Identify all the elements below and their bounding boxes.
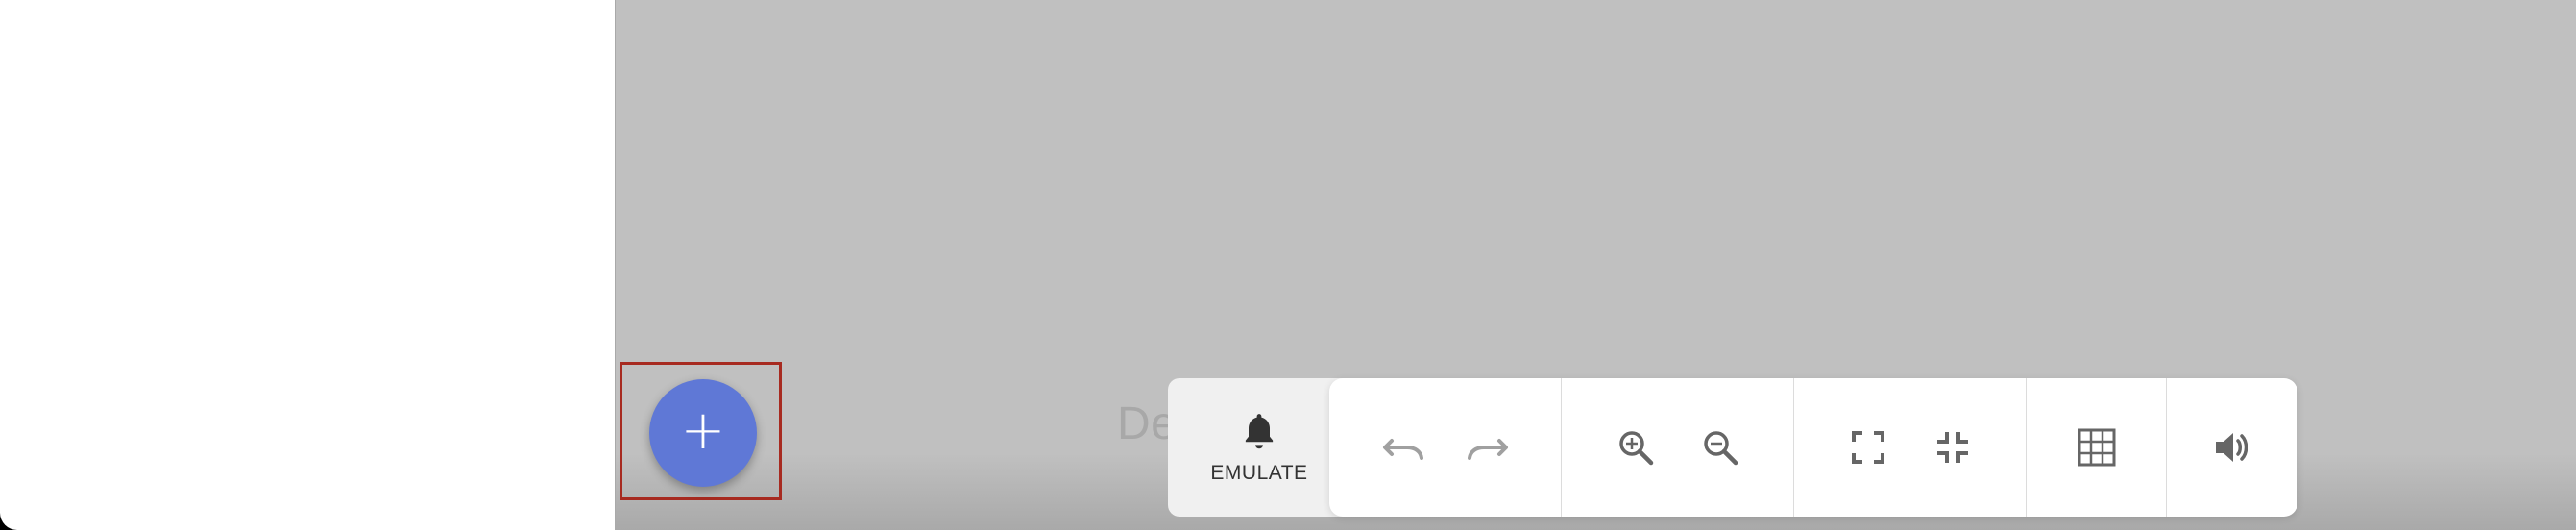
zoom-in-button[interactable] bbox=[1593, 405, 1678, 490]
grid-group bbox=[2027, 378, 2167, 517]
emulate-label: EMULATE bbox=[1210, 461, 1308, 484]
history-group bbox=[1329, 378, 1562, 517]
fullscreen-button[interactable] bbox=[1826, 405, 1910, 490]
app-root: De + EMULATE bbox=[0, 0, 2576, 530]
exit-fullscreen-icon bbox=[1935, 430, 1970, 465]
plus-icon: + bbox=[680, 399, 726, 462]
bell-icon bbox=[1241, 411, 1277, 458]
side-panel bbox=[0, 0, 615, 530]
volume-button[interactable] bbox=[2190, 405, 2274, 490]
fullscreen-icon bbox=[1851, 430, 1885, 465]
zoom-out-button[interactable] bbox=[1678, 405, 1762, 490]
grid-button[interactable] bbox=[2054, 405, 2139, 490]
grid-icon bbox=[2078, 428, 2116, 467]
zoom-out-icon bbox=[1701, 428, 1739, 467]
undo-button[interactable] bbox=[1361, 405, 1446, 490]
fullscreen-group bbox=[1794, 378, 2027, 517]
canvas-toolbar bbox=[1329, 378, 2297, 517]
volume-icon bbox=[2213, 430, 2251, 465]
sound-group bbox=[2167, 378, 2297, 517]
zoom-group bbox=[1562, 378, 1794, 517]
exit-fullscreen-button[interactable] bbox=[1910, 405, 1995, 490]
add-button[interactable]: + bbox=[649, 379, 757, 487]
emulate-button[interactable]: EMULATE bbox=[1168, 378, 1350, 517]
zoom-in-icon bbox=[1616, 428, 1655, 467]
redo-icon bbox=[1467, 433, 1509, 462]
redo-button[interactable] bbox=[1446, 405, 1530, 490]
undo-icon bbox=[1382, 433, 1424, 462]
